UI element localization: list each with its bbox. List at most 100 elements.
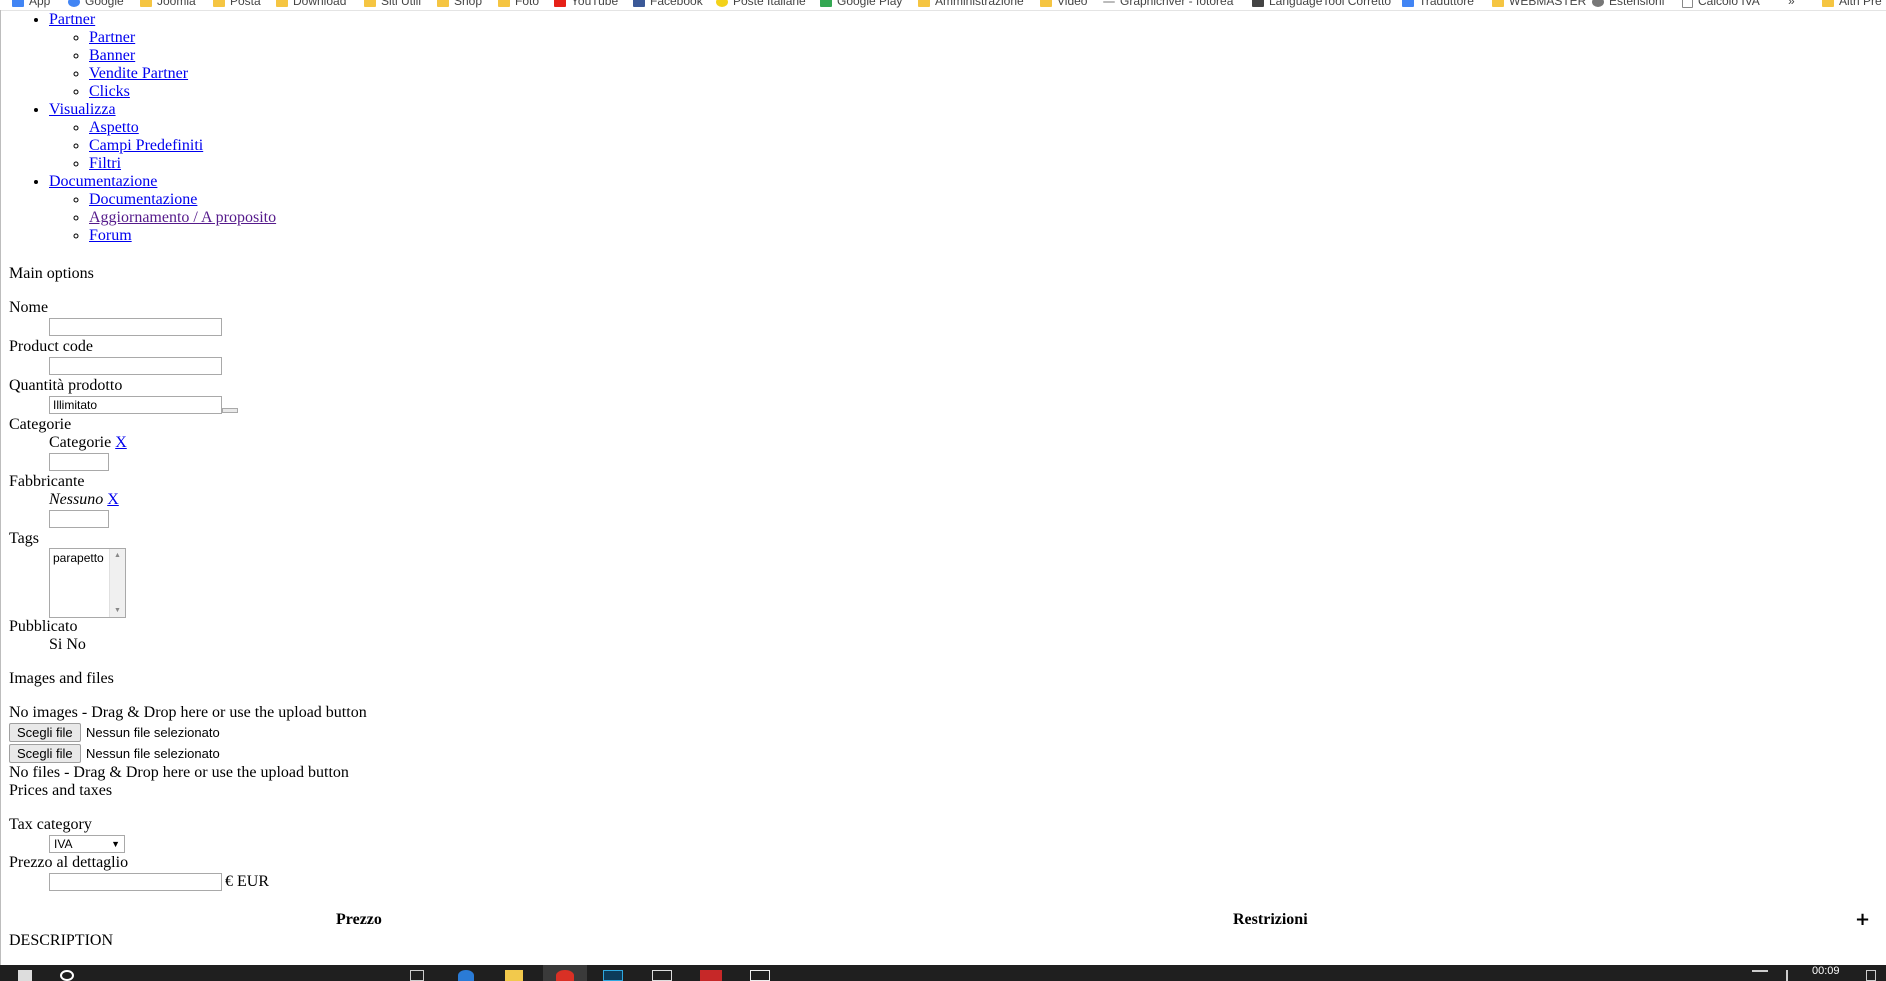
nome-input[interactable] [49, 318, 222, 336]
add-price-icon[interactable]: + [1855, 911, 1870, 929]
images-files-heading: Images and files [9, 670, 114, 687]
folder-icon [1492, 0, 1504, 7]
submenu-link[interactable]: Clicks [89, 83, 130, 100]
submenu-link[interactable]: Forum [89, 227, 132, 244]
bookmark-item[interactable]: Graphicriver - fotorea [1103, 0, 1233, 8]
submenu-item: Aspetto [89, 119, 1869, 137]
tax-category-label: Tax category [9, 816, 92, 833]
bookmark-label: Google [85, 0, 124, 8]
bookmark-label: Video [1057, 0, 1088, 8]
menu-item-partner: PartnerPartnerBannerVendite PartnerClick… [49, 11, 1869, 101]
translate-icon [1402, 0, 1414, 7]
submenu-link[interactable]: Vendite Partner [89, 65, 188, 82]
menu-link[interactable]: Documentazione [49, 173, 157, 190]
bookmark-label: YouTube [571, 0, 619, 8]
submenu: AspettoCampi PredefinitiFiltri [49, 119, 1869, 173]
bookmark-item[interactable]: Google Play [820, 0, 902, 8]
fabbricante-value: Nessuno [49, 491, 104, 508]
bookmark-label: Posta [230, 0, 261, 8]
folder-icon [498, 0, 510, 7]
fabbricante-input[interactable] [49, 510, 109, 528]
quantita-input[interactable]: Illimitato [49, 396, 222, 414]
task-view-icon[interactable] [410, 970, 424, 981]
notepad-icon[interactable] [750, 970, 770, 981]
bookmark-item[interactable]: Siti Utili [364, 0, 421, 8]
chrome-icon[interactable] [556, 970, 574, 981]
volume-icon[interactable] [1786, 970, 1798, 981]
tags-scrollbar[interactable]: ▲ ▼ [109, 549, 125, 617]
bookmark-item[interactable]: Video [1040, 0, 1087, 8]
no-image-file-selected: Nessun file selezionato [86, 725, 220, 740]
bookmarks-overflow-button[interactable]: » [1788, 0, 1795, 8]
submenu-item: Filtri [89, 155, 1869, 173]
filezilla-icon[interactable] [700, 970, 722, 981]
bookmark-item[interactable]: Shop [437, 0, 482, 8]
submenu-link[interactable]: Documentazione [89, 191, 197, 208]
submenu-link[interactable]: Campi Predefiniti [89, 137, 203, 154]
menu-link[interactable]: Visualizza [49, 101, 116, 118]
scroll-down-icon[interactable]: ▼ [114, 607, 121, 614]
product-code-input[interactable] [49, 357, 222, 375]
menu-item-documentazione: DocumentazioneDocumentazioneAggiornament… [49, 173, 1869, 245]
bookmark-label: Google Play [837, 0, 903, 8]
dropdown-arrow-icon: ▼ [111, 839, 120, 849]
bookmark-item[interactable]: Joomla [140, 0, 196, 8]
submenu-item: Aggiornamento / A proposito [89, 209, 1869, 227]
restrictions-column-header: Restrizioni [1233, 911, 1308, 928]
search-icon[interactable] [60, 970, 74, 981]
taskbar-clock[interactable]: 00:09 [1812, 966, 1840, 977]
currency-label: € EUR [225, 873, 269, 890]
bookmark-label: Joomla [157, 0, 196, 8]
categorie-remove-link[interactable]: X [115, 434, 127, 451]
retail-price-label: Prezzo al dettaglio [9, 854, 129, 871]
bookmark-item[interactable]: Poste Italiane [716, 0, 806, 8]
no-images-text: No images - Drag & Drop here or use the … [9, 704, 367, 721]
tag-option[interactable]: parapetto [53, 551, 104, 565]
submenu-item: Forum [89, 227, 1869, 245]
description-heading: DESCRIPTION [9, 932, 114, 949]
pubblicato-options[interactable]: Si No [49, 636, 86, 654]
quantita-label: Quantità prodotto [9, 377, 123, 394]
notifications-icon[interactable] [1866, 970, 1876, 981]
folder-icon [213, 0, 225, 7]
windows-taskbar: 00:09 [0, 965, 1886, 981]
bookmark-item[interactable]: Amministrazione [918, 0, 1024, 8]
windows-start-icon[interactable] [18, 970, 32, 981]
submenu-link[interactable]: Aspetto [89, 119, 139, 136]
bookmark-item[interactable]: Download [276, 0, 346, 8]
bookmark-item[interactable]: Posta [213, 0, 261, 8]
tax-category-select[interactable]: IVA ▼ [49, 835, 125, 853]
bookmark-item[interactable]: LanguageTool Corretto [1252, 0, 1391, 8]
bookmark-item[interactable]: Facebook [633, 0, 703, 8]
terminal-icon[interactable] [603, 970, 623, 981]
choose-image-file-button[interactable]: Scegli file [9, 723, 81, 742]
network-icon[interactable] [1752, 970, 1768, 981]
bookmark-item[interactable]: WEBMASTER [1492, 0, 1586, 8]
choose-file-button[interactable]: Scegli file [9, 744, 81, 763]
bookmark-item[interactable]: Estensioni [1592, 0, 1664, 8]
retail-price-input[interactable] [49, 873, 222, 891]
bookmark-item[interactable]: Altri Pre [1822, 0, 1882, 8]
bookmark-item[interactable]: Traduttore [1402, 0, 1474, 8]
folder-icon [276, 0, 288, 7]
bookmark-item[interactable]: YouTube [554, 0, 618, 8]
submenu-link[interactable]: Partner [89, 29, 135, 46]
file-explorer-icon[interactable] [505, 970, 523, 981]
bookmark-item[interactable]: Calcolo IVA [1682, 0, 1760, 8]
submenu-link[interactable]: Aggiornamento / A proposito [89, 209, 276, 226]
window-icon[interactable] [652, 970, 672, 981]
categorie-label: Categorie [9, 416, 72, 433]
submenu-link[interactable]: Filtri [89, 155, 121, 172]
bookmark-item[interactable]: App [12, 0, 50, 8]
bookmark-item[interactable]: Google [68, 0, 124, 8]
submenu-link[interactable]: Banner [89, 47, 135, 64]
scroll-up-icon[interactable]: ▲ [114, 552, 121, 559]
quantita-unlimited-button[interactable] [222, 408, 238, 413]
youtube-icon [554, 0, 566, 7]
tags-listbox[interactable]: parapetto ▲ ▼ [49, 548, 126, 618]
bookmark-item[interactable]: Foto [498, 0, 539, 8]
categorie-input[interactable] [49, 453, 109, 471]
edge-icon[interactable] [458, 970, 474, 981]
fabbricante-remove-link[interactable]: X [107, 491, 119, 508]
menu-link[interactable]: Partner [49, 11, 95, 28]
